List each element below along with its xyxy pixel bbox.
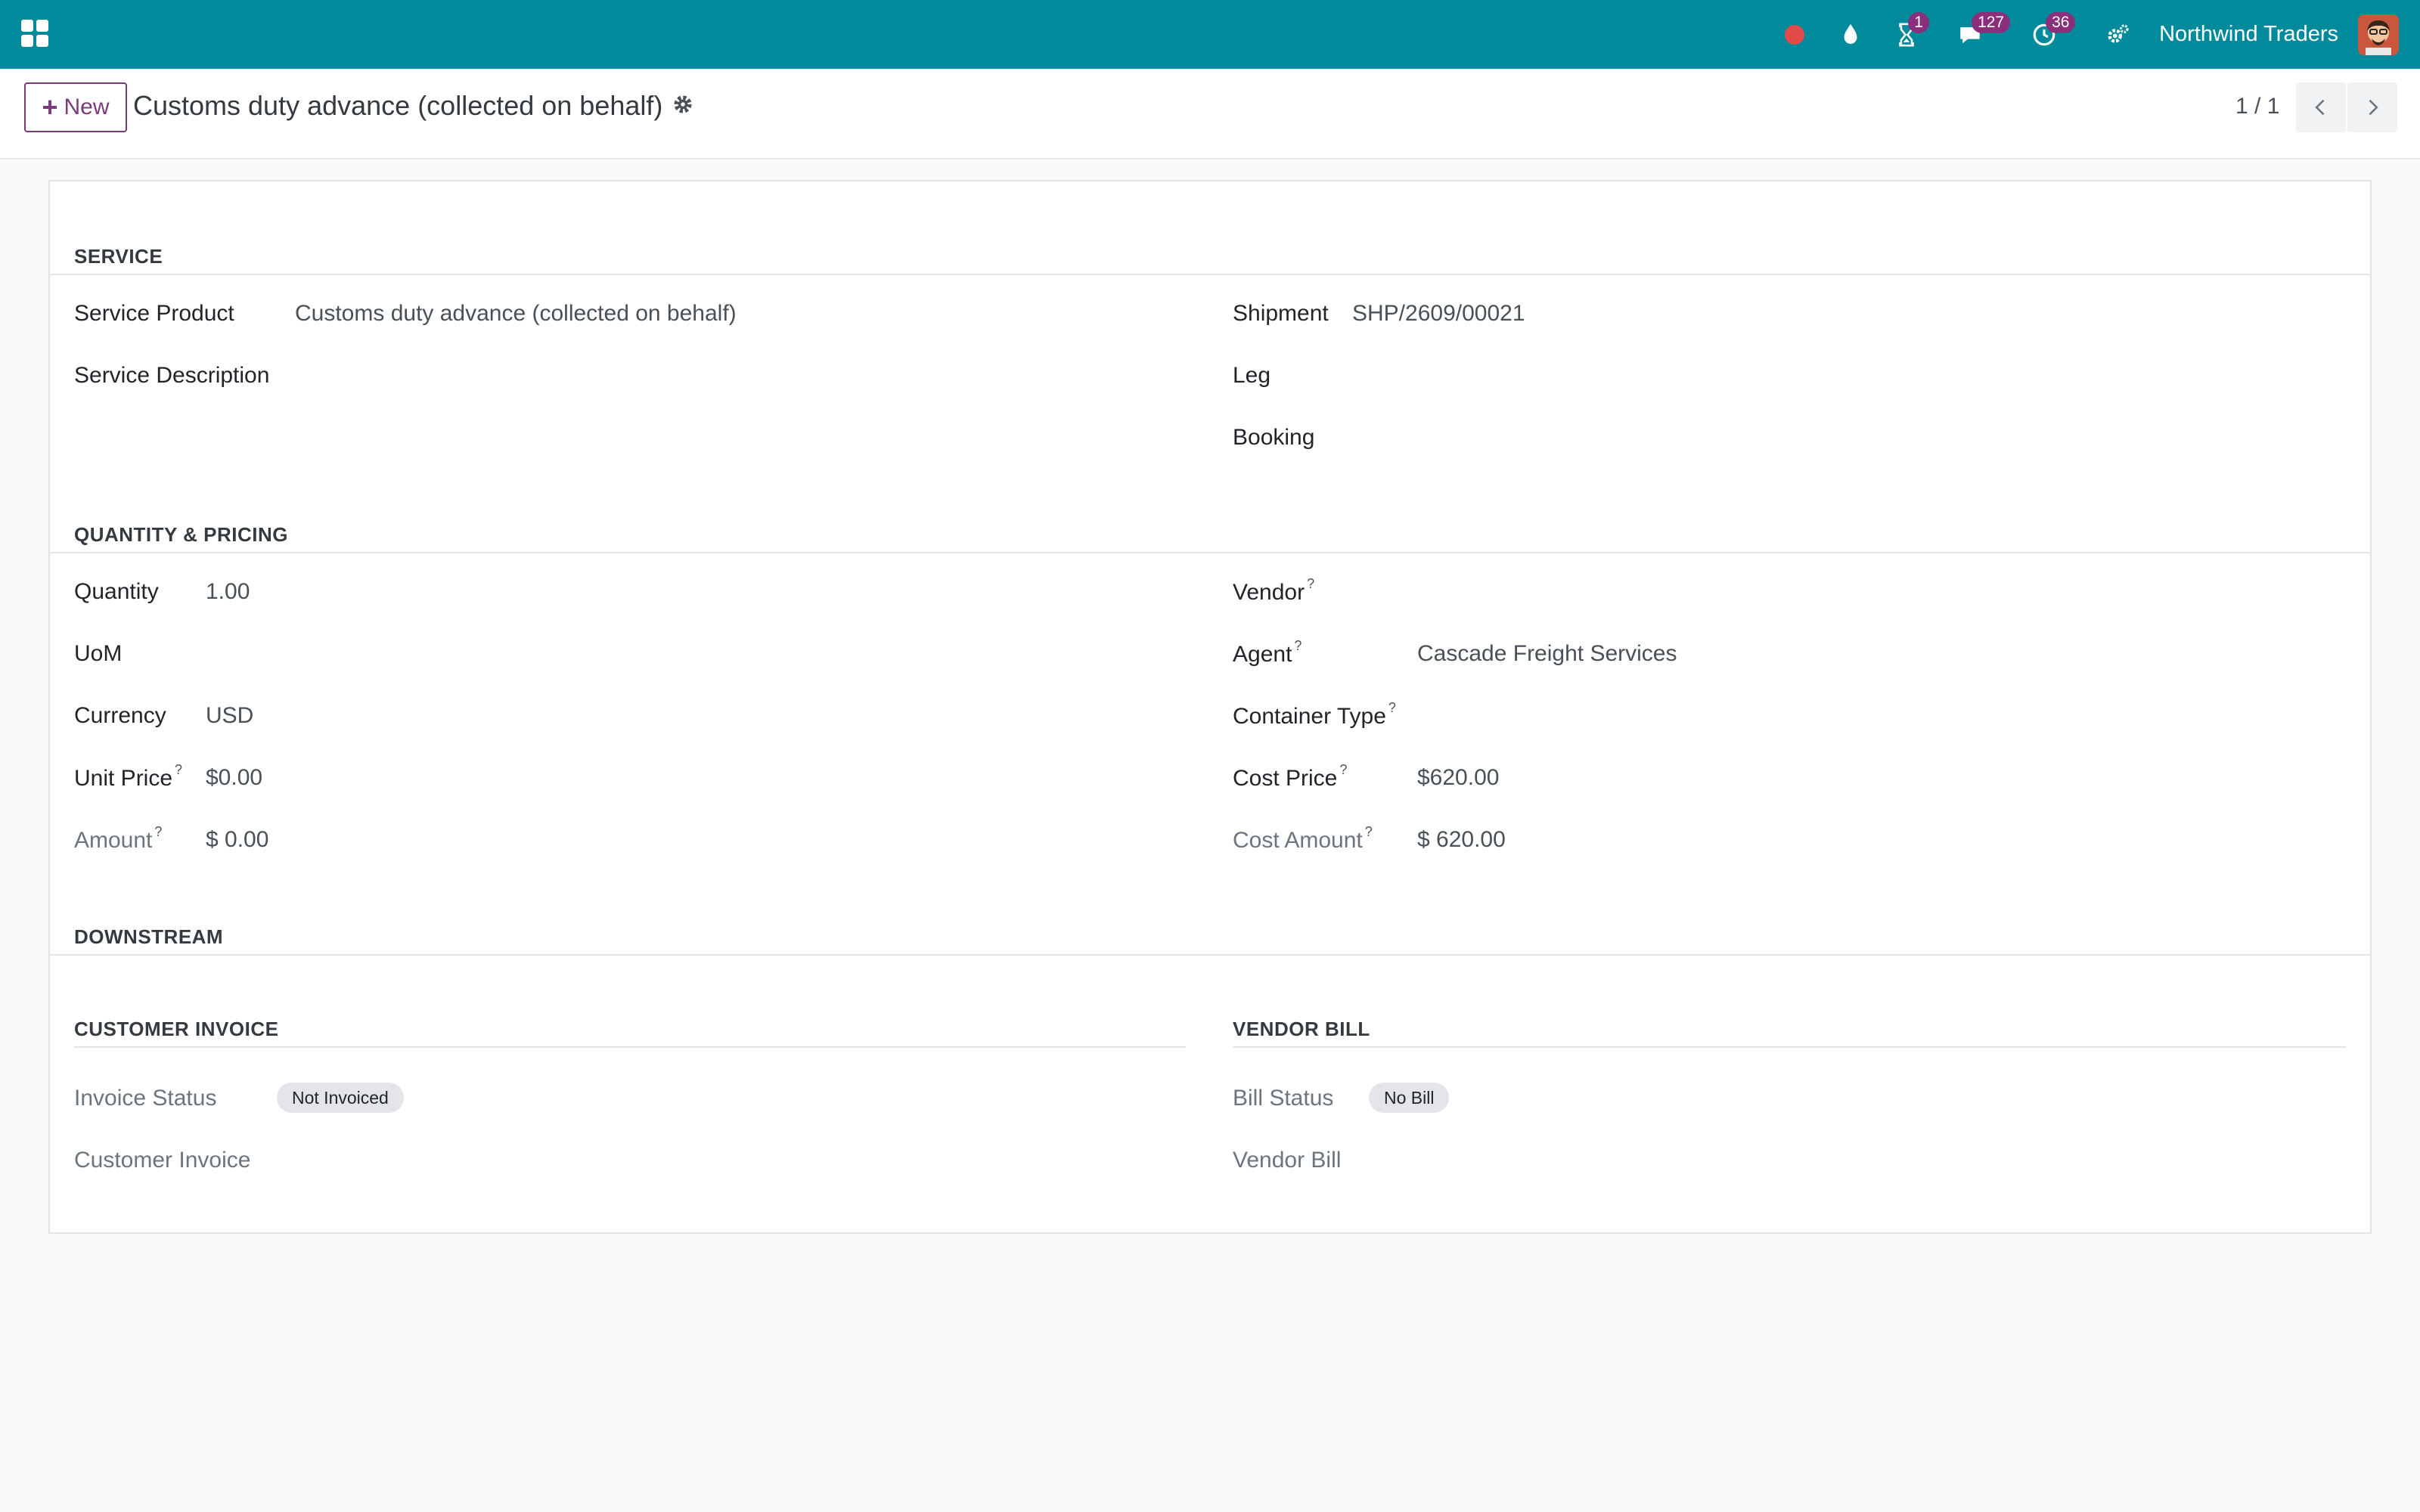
section-title-quantity-pricing: QUANTITY & PRICING	[74, 523, 288, 546]
new-record-button[interactable]: + New	[24, 82, 127, 132]
messages-count-badge: 127	[1972, 11, 2011, 33]
field-container-type[interactable]	[1417, 697, 2325, 733]
section-title-customer-invoice: CUSTOMER INVOICE	[74, 1018, 279, 1040]
help-tooltip-icon[interactable]: ?	[175, 762, 182, 777]
label-shipment: Shipment	[1233, 301, 1329, 326]
field-quantity[interactable]: 1.00	[206, 579, 250, 605]
field-shipment[interactable]: SHP/2609/00021	[1352, 301, 1525, 327]
pager-next-button[interactable]	[2347, 82, 2397, 132]
label-container-type: Container Type?	[1233, 700, 1396, 729]
label-customer-invoice: Customer Invoice	[74, 1148, 251, 1173]
chevron-left-icon	[2315, 99, 2325, 116]
label-invoice-status: Invoice Status	[74, 1086, 217, 1111]
bill-status-badge: No Bill	[1369, 1083, 1450, 1113]
clock-count-badge: 36	[2046, 11, 2076, 33]
activity-count-badge: 1	[1908, 11, 1930, 33]
section-title-vendor-bill: VENDOR BILL	[1233, 1018, 1370, 1040]
section-divider	[1233, 1046, 2346, 1048]
label-amount: Amount?	[74, 824, 163, 853]
field-vendor[interactable]	[1417, 573, 2325, 609]
form-sheet: SERVICE Service Product Customs duty adv…	[48, 180, 2372, 1234]
new-button-label: New	[64, 94, 110, 119]
field-service-description[interactable]	[295, 357, 1202, 393]
label-booking: Booking	[1233, 425, 1315, 450]
section-title-service: SERVICE	[74, 245, 163, 268]
section-divider	[50, 274, 2370, 275]
company-switcher[interactable]: Northwind Traders	[2159, 22, 2338, 47]
record-indicator-icon[interactable]	[1779, 20, 1810, 50]
label-quantity: Quantity	[74, 579, 159, 604]
label-service-description: Service Description	[74, 363, 270, 388]
apps-menu-icon[interactable]	[21, 20, 50, 48]
section-title-downstream: DOWNSTREAM	[74, 925, 224, 948]
section-divider	[50, 552, 2370, 553]
help-tooltip-icon[interactable]: ?	[1294, 638, 1302, 653]
drop-icon[interactable]	[1835, 20, 1866, 50]
label-uom: UoM	[74, 641, 123, 666]
field-agent[interactable]: Cascade Freight Services	[1417, 641, 1677, 667]
help-tooltip-icon[interactable]: ?	[154, 824, 162, 839]
field-currency[interactable]: USD	[206, 703, 253, 729]
label-vendor-bill: Vendor Bill	[1233, 1148, 1342, 1173]
label-cost-amount: Cost Amount?	[1233, 824, 1373, 853]
settings-gears-icon[interactable]	[2103, 20, 2133, 50]
section-divider	[50, 954, 2370, 956]
help-tooltip-icon[interactable]: ?	[1339, 762, 1347, 777]
messages-icon[interactable]: 127	[1955, 11, 2011, 50]
field-uom[interactable]	[206, 635, 1113, 671]
field-unit-price[interactable]: $0.00	[206, 765, 262, 791]
plus-icon: +	[42, 91, 58, 122]
field-cost-amount: $ 620.00	[1417, 827, 1506, 852]
label-leg: Leg	[1233, 363, 1271, 388]
record-actions-gear-icon[interactable]	[672, 93, 694, 116]
label-service-product: Service Product	[74, 301, 234, 326]
field-amount: $ 0.00	[206, 827, 269, 852]
field-booking[interactable]	[1352, 419, 2260, 455]
label-vendor: Vendor?	[1233, 576, 1315, 605]
pager-previous-button[interactable]	[2296, 82, 2346, 132]
control-panel: + New Customs duty advance (collected on…	[0, 69, 2420, 160]
label-currency: Currency	[74, 703, 166, 728]
navbar-systray: 1 127 36 Northwind Traders	[1754, 0, 2399, 69]
field-leg[interactable]	[1352, 357, 2260, 393]
activity-hourglass-icon[interactable]: 1	[1891, 11, 1930, 50]
breadcrumb-record-title: Customs duty advance (collected on behal…	[133, 90, 663, 121]
field-vendor-bill[interactable]	[1369, 1142, 2276, 1178]
label-bill-status: Bill Status	[1233, 1086, 1334, 1111]
help-tooltip-icon[interactable]: ?	[1365, 824, 1373, 839]
label-cost-price: Cost Price?	[1233, 762, 1348, 791]
pager-value[interactable]: 1 / 1	[2235, 94, 2279, 119]
field-customer-invoice[interactable]	[277, 1142, 1184, 1178]
invoice-status-badge: Not Invoiced	[277, 1083, 404, 1113]
label-unit-price: Unit Price?	[74, 762, 183, 791]
field-service-product[interactable]: Customs duty advance (collected on behal…	[295, 301, 737, 327]
help-tooltip-icon[interactable]: ?	[1307, 576, 1314, 591]
label-agent: Agent?	[1233, 638, 1302, 667]
top-navbar: 1 127 36 Northwind Traders	[0, 0, 2420, 69]
clock-icon[interactable]: 36	[2029, 11, 2076, 50]
field-cost-price[interactable]: $620.00	[1417, 765, 1499, 791]
chevron-right-icon	[2369, 99, 2378, 116]
section-divider	[74, 1046, 1186, 1048]
help-tooltip-icon[interactable]: ?	[1388, 700, 1396, 715]
user-avatar[interactable]	[2358, 14, 2399, 55]
